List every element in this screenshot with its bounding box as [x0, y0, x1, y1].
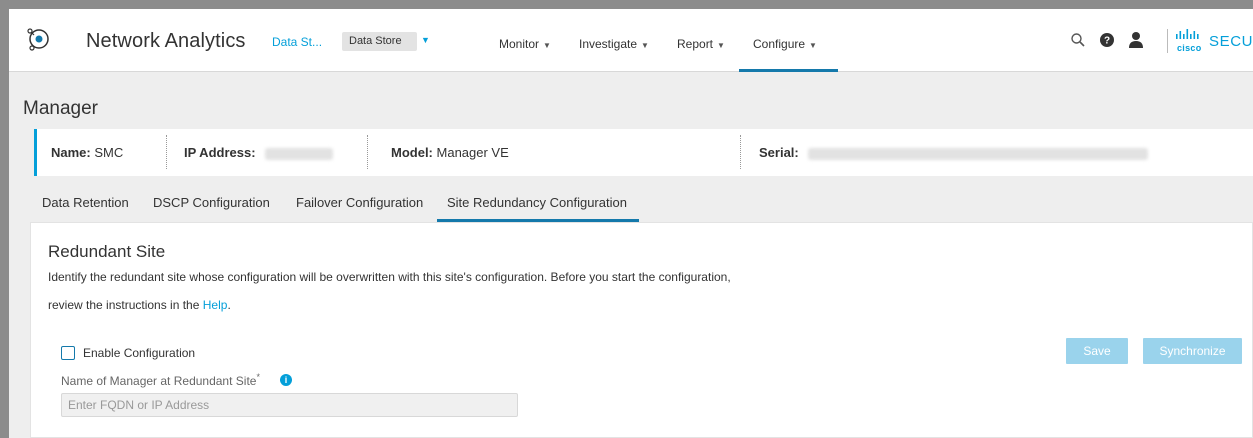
nav-configure[interactable]: Configure ▼: [753, 37, 817, 51]
tab-bar: Data Retention DSCP Configuration Failov…: [9, 176, 1253, 223]
datastore-select[interactable]: Data Store: [342, 32, 417, 51]
synchronize-button[interactable]: Synchronize: [1143, 338, 1242, 364]
enable-configuration-label[interactable]: Enable Configuration: [83, 346, 195, 360]
datastore-link[interactable]: Data St...: [272, 35, 322, 49]
enable-configuration-checkbox[interactable]: [61, 346, 75, 360]
desc-line2-suffix: .: [227, 298, 231, 312]
app-title: Network Analytics: [86, 30, 246, 52]
info-name: Name: SMC: [51, 145, 123, 160]
redundant-site-panel: Redundant Site Identify the redundant si…: [30, 222, 1253, 438]
required-marker: *: [256, 372, 260, 382]
header-divider: [1167, 29, 1168, 53]
section-title: Redundant Site: [48, 242, 166, 261]
info-name-label: Name:: [51, 145, 91, 160]
chevron-down-icon: ▼: [641, 41, 649, 50]
cisco-wordmark: cisco: [1177, 43, 1202, 53]
nav-report[interactable]: Report ▼: [677, 37, 725, 51]
info-ip-label: IP Address:: [184, 145, 256, 160]
tab-failover-configuration[interactable]: Failover Configuration: [296, 195, 423, 210]
svg-text:?: ?: [1104, 36, 1110, 47]
section-description: Identify the redundant site whose config…: [48, 270, 731, 284]
info-icon[interactable]: i: [280, 374, 292, 386]
section-description-help: review the instructions in the Help.: [48, 298, 231, 312]
nav-investigate[interactable]: Investigate ▼: [579, 37, 649, 51]
info-separator: [740, 135, 741, 169]
nav-monitor[interactable]: Monitor ▼: [499, 37, 551, 51]
help-icon[interactable]: ?: [1099, 32, 1115, 48]
info-serial-label: Serial:: [759, 145, 799, 160]
search-icon[interactable]: [1070, 32, 1086, 48]
nav-monitor-label: Monitor: [499, 37, 540, 51]
info-separator: [367, 135, 368, 169]
info-bar-accent: [34, 129, 37, 176]
manager-name-input[interactable]: [61, 393, 518, 417]
desc-line2-prefix: review the instructions in the: [48, 298, 203, 312]
tab-data-retention[interactable]: Data Retention: [42, 195, 129, 210]
chevron-down-icon[interactable]: ▼: [421, 35, 430, 45]
top-navigation-bar: Network Analytics Data St... Data Store …: [9, 9, 1253, 72]
info-model-label: Model:: [391, 145, 433, 160]
app-logo-icon[interactable]: [24, 23, 54, 53]
app-frame: Network Analytics Data St... Data Store …: [0, 0, 1253, 438]
nav-report-label: Report: [677, 37, 714, 51]
chevron-down-icon: ▼: [543, 41, 551, 50]
manager-name-field-label: Name of Manager at Redundant Site*: [61, 372, 260, 388]
nav-investigate-label: Investigate: [579, 37, 638, 51]
manager-name-field-label-text: Name of Manager at Redundant Site: [61, 374, 257, 388]
active-nav-indicator: [739, 69, 838, 72]
chevron-down-icon: ▼: [717, 41, 725, 50]
user-icon[interactable]: [1128, 31, 1144, 49]
tab-site-redundancy-configuration[interactable]: Site Redundancy Configuration: [447, 195, 627, 210]
brand-secure: SECURE: [1209, 33, 1253, 50]
info-serial: Serial:: [759, 145, 1149, 160]
nav-configure-label: Configure: [753, 37, 806, 51]
tab-dscp-configuration[interactable]: DSCP Configuration: [153, 195, 270, 210]
info-ip-redacted: [265, 147, 334, 160]
info-model: Model: Manager VE: [391, 145, 509, 160]
info-name-value: SMC: [94, 145, 124, 160]
info-serial-redacted: [808, 147, 1149, 160]
manager-info-bar: Name: SMC IP Address: Model: Manager VE …: [34, 129, 1253, 176]
info-separator: [166, 135, 167, 169]
help-link[interactable]: Help: [203, 298, 228, 312]
save-button[interactable]: Save: [1066, 338, 1128, 364]
info-model-value: Manager VE: [436, 145, 509, 160]
chevron-down-icon: ▼: [809, 41, 817, 50]
info-ip: IP Address:: [184, 145, 334, 160]
cisco-logo-icon: [1176, 29, 1199, 39]
page-title: Manager: [23, 98, 98, 119]
